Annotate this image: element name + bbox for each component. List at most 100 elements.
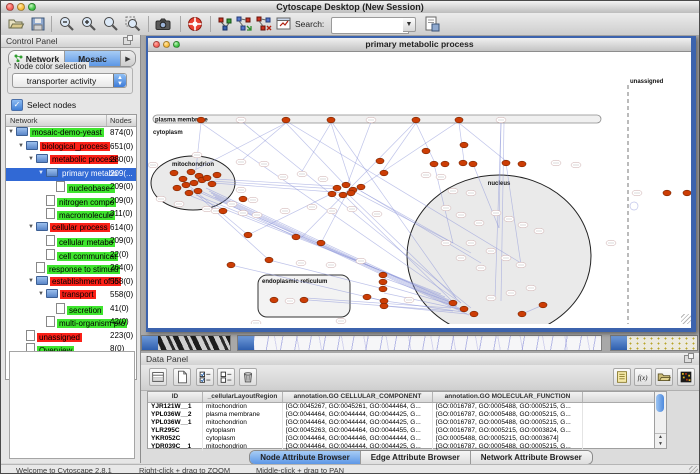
tree-expander-icon[interactable]: ▼: [38, 291, 46, 297]
more-tabs-button[interactable]: ▶: [121, 51, 135, 66]
attribute-browser-tab[interactable]: Edge Attribute Browser: [361, 451, 471, 464]
matrix-view-icon[interactable]: [677, 368, 695, 386]
attribute-browser-tab[interactable]: Network Attribute Browser: [471, 451, 592, 464]
minimized-window-icon: [238, 336, 254, 350]
open-icon[interactable]: [7, 15, 25, 33]
snapshot-icon[interactable]: [154, 15, 172, 33]
tree-row[interactable]: ▼mosaic-demo-yeast874(0): [6, 127, 136, 141]
select-nodes-checkbox[interactable]: ✓: [11, 99, 23, 111]
tree-row[interactable]: nitrogen compo209(0): [6, 195, 136, 209]
table-cell: [GO:0045263, GO:0044464, GO:0044455, G..…: [283, 427, 433, 435]
minimized-window-1[interactable]: [141, 335, 231, 351]
tree-row-node-count: 22(0): [110, 250, 129, 259]
tree-row[interactable]: secretion41(0): [6, 303, 136, 317]
minimized-window-3[interactable]: [610, 335, 698, 351]
tree-col-network: Network: [10, 116, 38, 125]
function-builder-icon[interactable]: f(x): [634, 368, 652, 386]
select-nodes-option[interactable]: ✓ Select nodes: [11, 99, 76, 111]
zoom-in-icon[interactable]: [80, 15, 98, 33]
create-attribute-icon[interactable]: [173, 368, 191, 386]
select-all-attributes-icon[interactable]: [196, 368, 214, 386]
table-column-header[interactable]: annotation.GO MOLECULAR_FUNCTION: [433, 392, 583, 402]
tree-row-label: cellular metabo: [57, 238, 115, 247]
destroy-network-icon[interactable]: [255, 15, 273, 33]
tree-expander-icon[interactable]: ▼: [38, 170, 46, 176]
zoom-out-icon[interactable]: [58, 15, 76, 33]
birds-eye-view[interactable]: [9, 351, 135, 459]
window-resize-grip[interactable]: [689, 466, 698, 474]
table-cell: [GO:0044464, GO:0044444, GO:0044425, G..…: [283, 411, 433, 419]
tree-row[interactable]: ▼primary metabo209(...: [6, 168, 136, 182]
new-network-icon[interactable]: [235, 15, 253, 33]
zoom-fit-icon[interactable]: [102, 15, 120, 33]
table-cell: [GO:0016787, GO:0005215, GO:0003824, G..…: [433, 427, 583, 435]
network-tree: Network Nodes ▼mosaic-demo-yeast874(0)▼b…: [5, 114, 137, 380]
tree-row[interactable]: unassigned223(0): [6, 330, 136, 344]
network-graph[interactable]: plasma membranecytoplasmmitochondrionnuc…: [148, 52, 691, 324]
table-row[interactable]: YPL036W__1mitochondrion[GO:0044464, GO:0…: [148, 419, 654, 427]
table-cell: YJR121W__1: [148, 403, 203, 411]
tree-expander-icon[interactable]: ▼: [18, 143, 26, 149]
tree-row[interactable]: cell communicat22(0): [6, 249, 136, 263]
search-config-icon[interactable]: [423, 15, 441, 33]
tree-row-node-count: 614(0): [110, 223, 133, 232]
network-view-window: primary metabolic process plasma membran…: [146, 36, 696, 332]
table-scrollbar[interactable]: ▲▼: [655, 391, 667, 449]
network-view-titlebar[interactable]: primary metabolic process: [148, 38, 691, 52]
help-icon[interactable]: [186, 15, 204, 33]
table-column-header[interactable]: ID: [148, 392, 203, 402]
zoom-selected-icon[interactable]: [124, 15, 142, 33]
table-row[interactable]: YPL036W__2plasma membrane[GO:0044464, GO…: [148, 411, 654, 419]
layout-icon[interactable]: [216, 15, 234, 33]
delete-attribute-icon[interactable]: [239, 368, 257, 386]
table-column-header[interactable]: _cellularLayoutRegion: [203, 392, 283, 402]
tree-row[interactable]: cellular metabo209(0): [6, 235, 136, 249]
view-resize-grip[interactable]: [681, 314, 691, 324]
tree-row-label: biological_process: [40, 142, 110, 151]
tree-row[interactable]: ▼establishment of lo558(0): [6, 276, 136, 290]
attribute-editor-icon[interactable]: [613, 368, 631, 386]
tree-expander-icon[interactable]: ▼: [28, 224, 36, 230]
tree-row[interactable]: ▼metabolic process280(0): [6, 154, 136, 168]
tree-expander-icon[interactable]: ▼: [8, 129, 16, 135]
attribute-table[interactable]: ID_cellularLayoutRegionannotation.GO CEL…: [147, 391, 655, 449]
data-panel-toolbar: f(x): [141, 365, 700, 391]
search-dropdown-button[interactable]: ▼: [403, 17, 416, 32]
annotation-icon[interactable]: [275, 15, 293, 33]
tree-row-label: mosaic-demo-yeast: [30, 128, 104, 137]
table-cell: YPL036W__1: [148, 419, 203, 427]
tree-row[interactable]: macromolecule311(0): [6, 208, 136, 222]
tree-row[interactable]: multi-organism pro42(0): [6, 316, 136, 330]
table-row[interactable]: YLR295Ccytoplasm[GO:0045263, GO:0044464,…: [148, 427, 654, 435]
save-icon[interactable]: [29, 15, 47, 33]
minimized-window-icon: [142, 336, 158, 350]
tree-row-label: metabolic process: [50, 155, 118, 164]
table-cell: plasma membrane: [203, 411, 283, 419]
table-row[interactable]: YKR052Ccytoplasm[GO:0044464, GO:0044446,…: [148, 435, 654, 443]
import-table-icon[interactable]: [655, 368, 673, 386]
network-canvas[interactable]: plasma membranecytoplasmmitochondrionnuc…: [148, 52, 691, 324]
table-cell-filler: [583, 411, 654, 419]
table-cell: [GO:0016787, GO:0005488, GO:0005215, G..…: [433, 403, 583, 411]
attribute-browser-tab[interactable]: Node Attribute Browser: [250, 451, 361, 464]
tree-expander-icon[interactable]: ▼: [28, 278, 36, 284]
tree-row[interactable]: nucleobase-209(0): [6, 181, 136, 195]
search-input[interactable]: [331, 17, 409, 34]
tree-row[interactable]: response to stimulu264(0): [6, 262, 136, 276]
attribute-select-icon[interactable]: [149, 368, 167, 386]
float-panel-icon[interactable]: [684, 355, 692, 363]
tree-expander-icon[interactable]: ▼: [28, 156, 36, 162]
network-file-icon: [46, 208, 55, 219]
tree-row[interactable]: ▼transport558(0): [6, 289, 136, 303]
scrollbar-thumb[interactable]: [656, 394, 664, 412]
node-color-selection-group: transporter activity ▲▼: [7, 67, 133, 94]
table-row[interactable]: YJR121W__1mitochondrion[GO:0045267, GO:0…: [148, 403, 654, 411]
float-panel-icon[interactable]: [123, 37, 131, 45]
node-color-dropdown[interactable]: transporter activity ▲▼: [12, 73, 127, 88]
tree-row[interactable]: ▼cellular process614(0): [6, 222, 136, 236]
unselect-all-attributes-icon[interactable]: [217, 368, 235, 386]
minimized-window-2[interactable]: [237, 335, 602, 351]
scrollbar-arrows[interactable]: ▲▼: [655, 433, 666, 448]
tree-row[interactable]: ▼biological_process651(0): [6, 141, 136, 155]
table-column-header[interactable]: annotation.GO CELLULAR_COMPONENT: [283, 392, 433, 402]
